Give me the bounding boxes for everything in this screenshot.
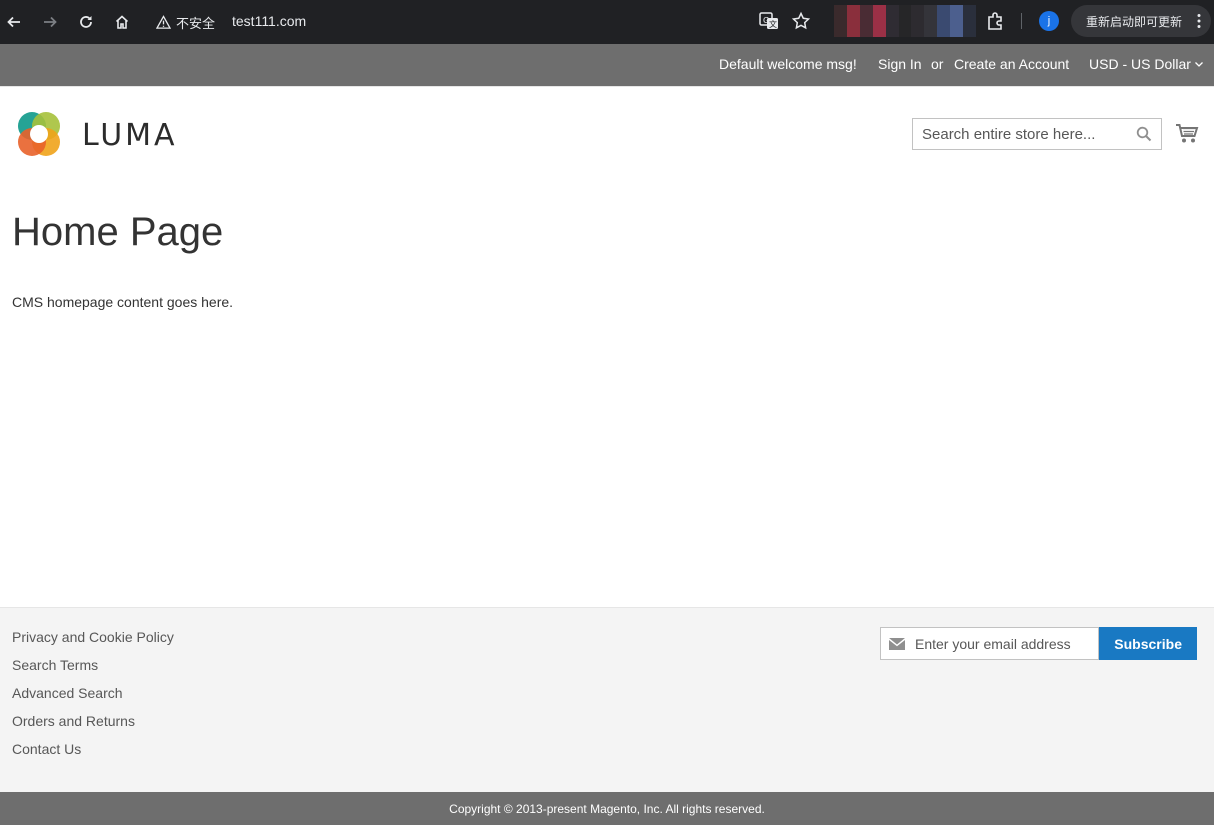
search-icon[interactable]	[1136, 126, 1152, 142]
update-button[interactable]: 重新启动即可更新	[1071, 5, 1211, 37]
warning-icon	[156, 14, 171, 29]
browser-toolbar: 不安全 test111.com G 文 j 重新启动即可更新	[0, 0, 1214, 44]
currency-switcher[interactable]: USD - US Dollar	[1089, 56, 1204, 72]
home-button[interactable]	[108, 8, 136, 36]
footer-link-contact[interactable]: Contact Us	[12, 740, 174, 768]
extension-icon-block[interactable]	[885, 5, 899, 37]
copyright-text: Copyright © 2013-present Magento, Inc. A…	[449, 801, 765, 816]
extension-icons[interactable]	[834, 5, 976, 37]
arrow-right-icon	[44, 16, 57, 28]
extension-icon-block[interactable]	[846, 5, 860, 37]
or-separator: or	[931, 56, 944, 72]
site-security-indicator[interactable]: 不安全	[156, 12, 215, 32]
panel-header: Default welcome msg! Sign In or Create a…	[0, 44, 1214, 87]
address-bar[interactable]: test111.com	[232, 12, 306, 30]
extensions-puzzle-icon[interactable]	[985, 10, 1007, 32]
update-label: 重新启动即可更新	[1086, 14, 1183, 29]
chevron-down-icon	[1194, 62, 1203, 67]
newsletter-email-input[interactable]	[915, 628, 1099, 659]
footer-link-advanced-search[interactable]: Advanced Search	[12, 684, 174, 712]
profile-avatar[interactable]: j	[1039, 11, 1059, 31]
footer-links: Privacy and Cookie Policy Search Terms A…	[12, 628, 174, 768]
footer-link-privacy[interactable]: Privacy and Cookie Policy	[12, 628, 174, 656]
translate-icon[interactable]: G 文	[758, 10, 780, 32]
footer-link-orders-returns[interactable]: Orders and Returns	[12, 712, 174, 740]
page-title: Home Page	[12, 210, 224, 254]
extension-icon-block[interactable]	[859, 5, 873, 37]
footer-link-search-terms[interactable]: Search Terms	[12, 656, 174, 684]
cms-content: CMS homepage content goes here.	[12, 294, 234, 310]
page-footer: Privacy and Cookie Policy Search Terms A…	[0, 607, 1214, 792]
store-logo[interactable]: LUMA	[13, 109, 178, 161]
extension-icon-block[interactable]	[834, 5, 847, 37]
sign-in-link[interactable]: Sign In	[878, 56, 922, 72]
reload-icon	[80, 16, 92, 28]
extension-icon-block[interactable]	[963, 5, 976, 37]
extension-icon-block[interactable]	[924, 5, 938, 37]
reload-button[interactable]	[72, 8, 100, 36]
search-box	[912, 118, 1162, 150]
home-icon	[115, 15, 129, 29]
back-button[interactable]	[0, 8, 28, 36]
currency-label: USD - US Dollar	[1089, 56, 1191, 72]
newsletter-form: Subscribe	[880, 627, 1197, 660]
arrow-left-icon	[7, 16, 20, 28]
svg-text:文: 文	[769, 19, 777, 29]
toolbar-divider	[1021, 13, 1022, 29]
security-label: 不安全	[176, 16, 216, 32]
copyright-bar: Copyright © 2013-present Magento, Inc. A…	[0, 792, 1214, 825]
extension-icon-block[interactable]	[872, 5, 886, 37]
create-account-link[interactable]: Create an Account	[954, 56, 1069, 72]
logo-text: LUMA	[82, 117, 178, 153]
bookmark-star-icon[interactable]	[791, 11, 811, 31]
welcome-message: Default welcome msg!	[719, 56, 857, 72]
envelope-icon	[889, 638, 905, 650]
extension-icon-block[interactable]	[950, 5, 964, 37]
extension-icon-block[interactable]	[937, 5, 951, 37]
subscribe-button[interactable]: Subscribe	[1099, 627, 1197, 660]
more-vert-icon[interactable]	[1197, 13, 1201, 29]
search-input[interactable]	[913, 119, 1131, 149]
forward-button[interactable]	[36, 8, 64, 36]
extension-icon-block[interactable]	[911, 5, 925, 37]
luma-logo-icon	[18, 112, 60, 156]
newsletter-field	[880, 627, 1100, 660]
shopping-cart-icon[interactable]	[1175, 121, 1199, 145]
extension-icon-block[interactable]	[898, 5, 912, 37]
